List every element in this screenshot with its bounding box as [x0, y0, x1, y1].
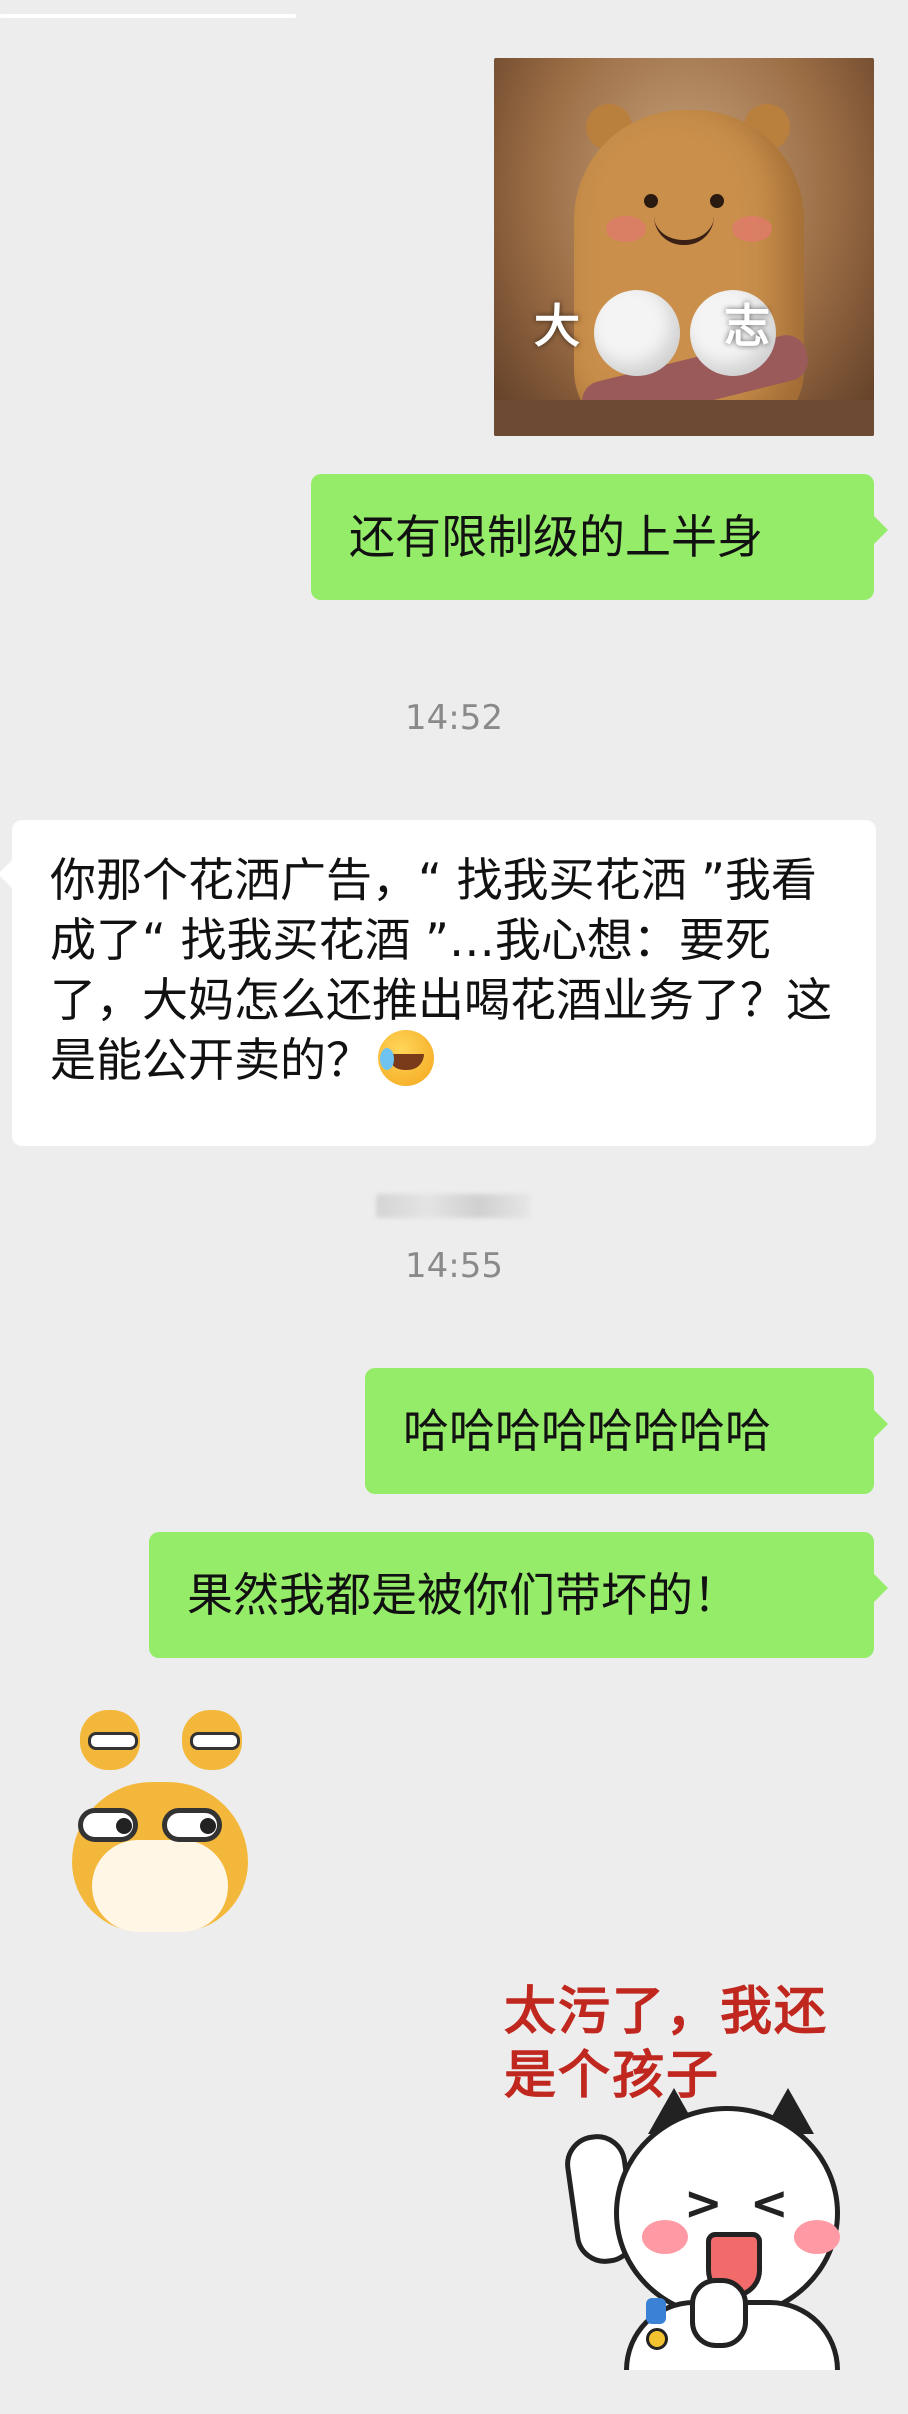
dog-pupil [200, 1818, 216, 1834]
dog-mini-icon [80, 1710, 140, 1770]
bear-sticker-icon[interactable]: 大 志 [494, 58, 874, 436]
message-bubble-received[interactable]: 你那个花洒广告，“ 找我买花洒 ”我看成了“ 找我买花酒 ”…我心想：要死了，大… [0, 820, 876, 1146]
message-bubble-sent[interactable]: 果然我都是被你们带坏的！ [149, 1532, 888, 1658]
bear-eye [710, 194, 724, 208]
bear-eye [644, 194, 658, 208]
laugh-cry-emoji-icon [378, 1030, 434, 1086]
message-text: 你那个花洒广告，“ 找我买花洒 ”我看成了“ 找我买花酒 ”…我心想：要死了，大… [50, 853, 832, 1087]
message-text: 哈哈哈哈哈哈哈哈 [403, 1404, 771, 1458]
message-text: 果然我都是被你们带坏的！ [187, 1568, 739, 1622]
cat-cheek [642, 2220, 688, 2254]
cat-bell-icon [646, 2328, 668, 2350]
dog-pupil [116, 1818, 132, 1834]
bear-cheek [732, 216, 772, 242]
chat-window[interactable]: 大 志 还有限制级的上半身 14:52 你那个花洒广告，“ 找我买花洒 ”我看成… [0, 0, 908, 2414]
sticker-caption: 大 志 [533, 299, 834, 353]
cat-eye: < [750, 2176, 789, 2230]
cat-eye: > [684, 2176, 723, 2230]
scroll-indicator [0, 14, 296, 18]
dog-mini-icon [182, 1710, 242, 1770]
blurred-system-text [376, 1194, 530, 1218]
dog-sticker-icon[interactable] [66, 1710, 262, 1938]
message-text: 还有限制级的上半身 [349, 510, 763, 564]
message-bubble-sent[interactable]: 还有限制级的上半身 [311, 474, 888, 600]
timestamp: 14:55 [405, 1246, 503, 1286]
cat-hand [690, 2278, 748, 2348]
bear-cheek [606, 216, 646, 242]
dog-face [92, 1840, 228, 1932]
cat-sticker-icon[interactable]: 太污了，我还是个孩子 > < [500, 1980, 868, 2370]
message-bubble-sent[interactable]: 哈哈哈哈哈哈哈哈 [365, 1368, 888, 1494]
cat-cheek [794, 2220, 840, 2254]
timestamp: 14:52 [405, 698, 503, 738]
cat-collar [646, 2298, 666, 2324]
bear-table [494, 400, 874, 436]
